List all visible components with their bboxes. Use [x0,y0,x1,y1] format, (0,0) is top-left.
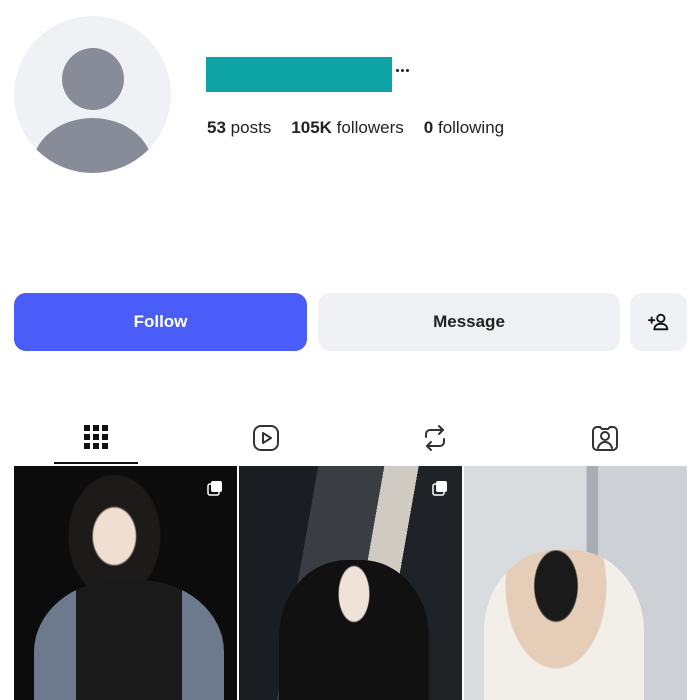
post-thumbnail[interactable] [464,466,687,700]
tab-reels[interactable] [224,412,308,464]
multiple-images-icon [207,481,222,496]
grid-icon [84,425,108,449]
message-button-label: Message [433,312,505,331]
more-options-icon[interactable] [396,64,412,76]
avatar[interactable] [14,16,171,173]
repost-icon [425,425,445,451]
followers-count: 105K [291,118,332,137]
tab-posts[interactable] [54,412,138,464]
tab-reposts[interactable] [393,412,477,464]
posts-label: posts [230,118,272,137]
profile-stats: 53 posts 105K followers 0 following [207,118,504,138]
post-thumbnail[interactable] [14,466,237,700]
add-user-icon [647,313,668,331]
followers-stat[interactable]: 105K followers [291,118,403,138]
username-redacted [206,57,392,92]
tab-tagged[interactable] [563,412,647,464]
tagged-icon [592,426,618,451]
follow-button-label: Follow [133,312,188,331]
message-button[interactable]: Message [318,293,620,351]
following-label: following [437,118,505,137]
multiple-images-icon [432,481,447,496]
avatar-body-shape [32,118,153,173]
following-stat[interactable]: 0 following [424,118,504,138]
post-thumbnail[interactable] [239,466,462,700]
reels-icon [253,425,279,451]
posts-grid [14,466,687,700]
posts-count: 53 [207,118,226,137]
add-user-button[interactable] [630,293,687,351]
followers-label: followers [336,118,404,137]
avatar-head-shape [62,48,124,110]
following-count: 0 [423,118,434,137]
follow-button[interactable]: Follow [14,293,307,351]
profile-tabs [14,412,687,464]
posts-stat[interactable]: 53 posts [207,118,271,138]
